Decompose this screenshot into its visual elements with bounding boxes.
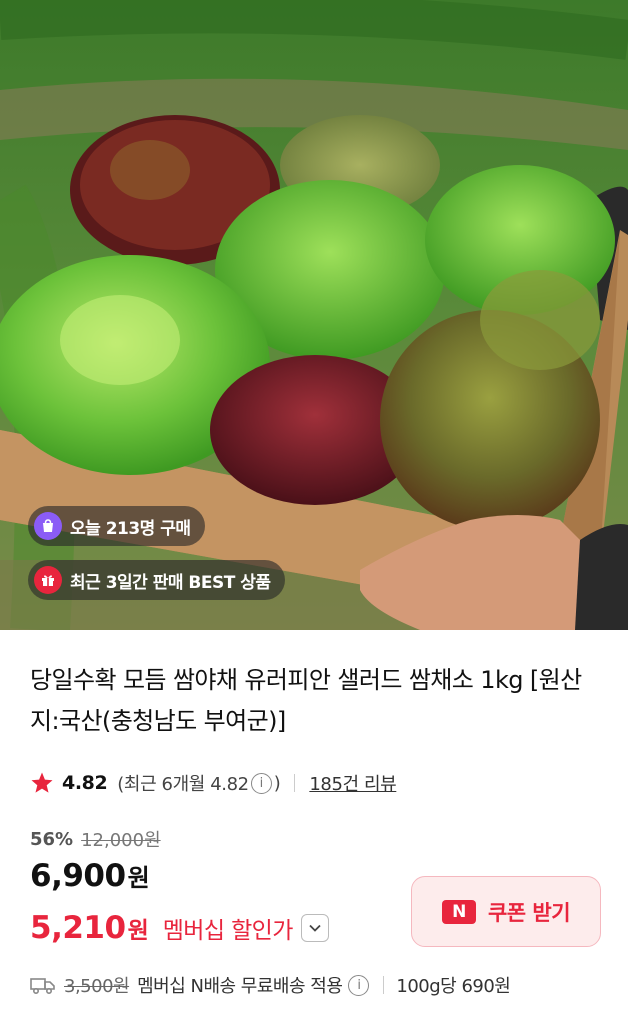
star-icon — [31, 772, 53, 793]
coupon-button[interactable]: N 쿠폰 받기 — [411, 876, 601, 947]
member-price-row: 5,210 원 멤버십 할인가 — [30, 910, 329, 946]
naver-n-icon: N — [441, 899, 476, 924]
sale-price-unit: 원 — [127, 864, 150, 892]
gift-icon — [34, 566, 62, 594]
sale-price-value: 6,900 — [30, 858, 126, 894]
discount-percent: 56% — [30, 828, 74, 850]
recent-rating-close: ) — [273, 772, 281, 794]
info-icon[interactable]: i — [250, 772, 272, 794]
sale-price: 6,900 원 — [30, 858, 150, 894]
reviews-link[interactable]: 185건 리뷰 — [309, 770, 396, 796]
recent-rating-text: (최근 6개월 4.82 — [117, 774, 249, 795]
shipping-info-icon[interactable]: i — [348, 974, 370, 996]
shipping-row: 3,500원 멤버십 N배송 무료배송 적용 i 100g당 690원 — [30, 970, 511, 1000]
original-price: 12,000원 — [81, 830, 161, 851]
unit-price: 100g당 690원 — [396, 976, 511, 997]
best-seller-badge: 최근 3일간 판매 BEST 상품 — [28, 560, 285, 600]
truck-icon — [30, 978, 55, 995]
member-price-unit: 원 — [127, 918, 149, 944]
shipping-fee: 3,500원 — [64, 976, 130, 997]
product-image[interactable]: 오늘 213명 구매 최근 3일간 판매 BEST 상품 — [0, 0, 628, 630]
member-price-value: 5,210 — [30, 910, 126, 946]
divider — [294, 774, 296, 792]
today-purchase-text: 오늘 213명 구매 — [70, 518, 191, 539]
member-price-label: 멤버십 할인가 — [162, 918, 294, 944]
discount-row: 56% 12,000원 — [30, 826, 161, 852]
coupon-label: 쿠폰 받기 — [487, 900, 571, 925]
product-title: 당일수확 모듬 쌈야채 유러피안 샐러드 쌈채소 1kg [원산지:국산(충청남… — [30, 666, 582, 735]
divider — [383, 976, 385, 994]
shipping-text: 멤버십 N배송 무료배송 적용 — [137, 976, 343, 997]
best-seller-text: 최근 3일간 판매 BEST 상품 — [70, 572, 271, 593]
rating-score: 4.82 — [62, 772, 108, 794]
member-price-dropdown[interactable] — [300, 914, 329, 942]
chevron-down-icon — [309, 924, 321, 932]
today-purchase-badge: 오늘 213명 구매 — [28, 506, 205, 546]
shopping-bag-icon — [34, 512, 62, 540]
rating-row: 4.82 (최근 6개월 4.82 i ) 185건 리뷰 — [30, 768, 397, 798]
